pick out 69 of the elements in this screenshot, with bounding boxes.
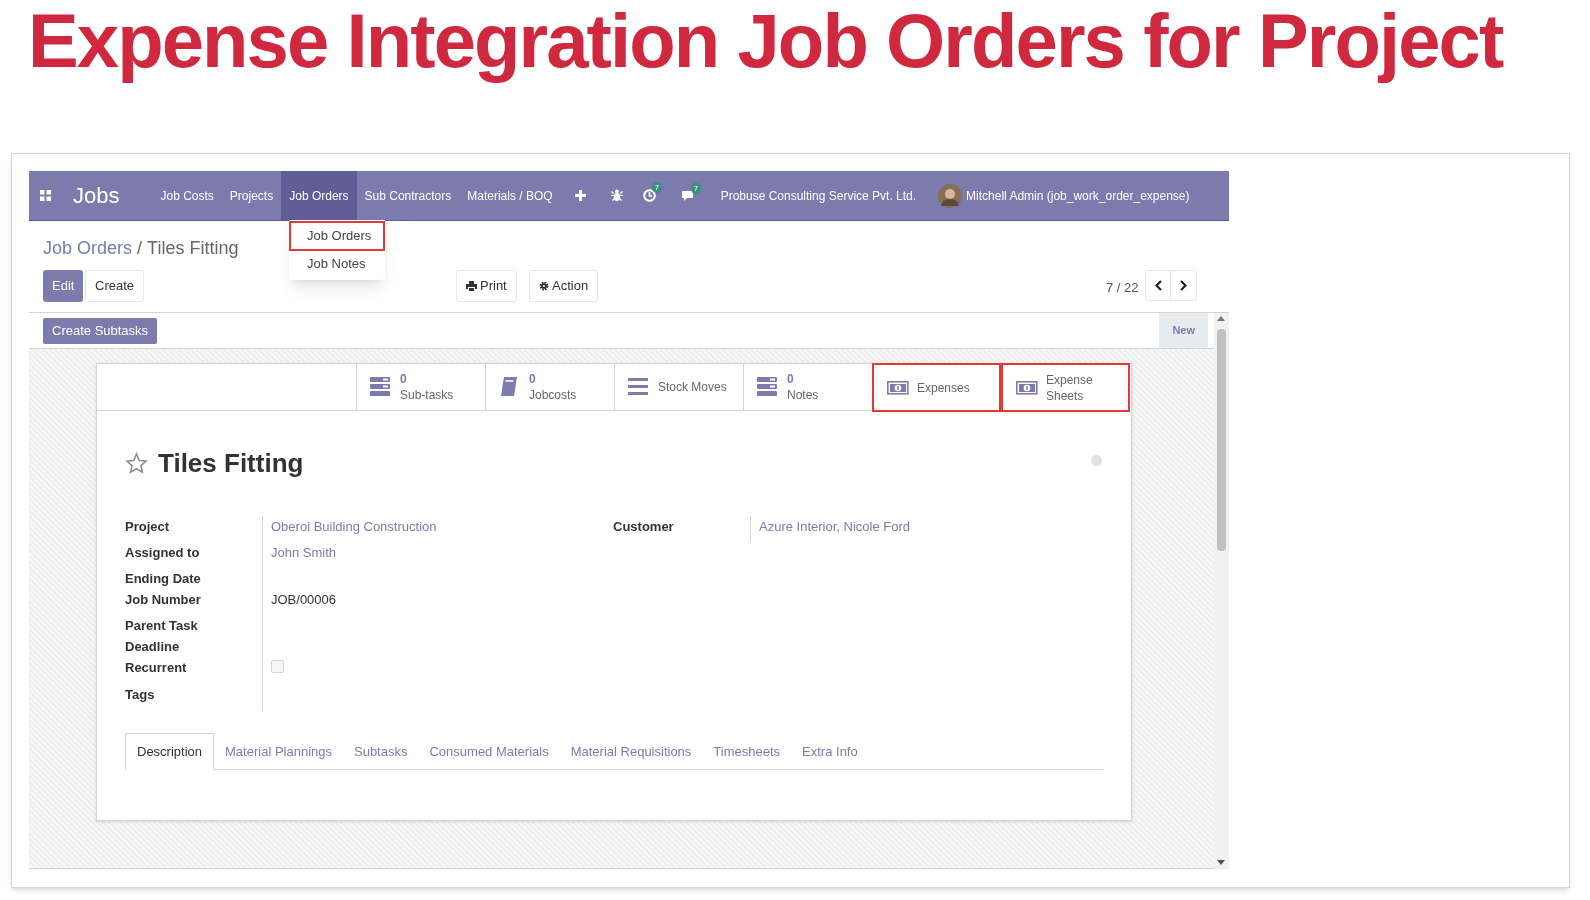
scrollbar[interactable] (1214, 313, 1229, 869)
smart-button[interactable]: Expense Sheets (1001, 363, 1130, 412)
record-title: Tiles Fitting (158, 447, 304, 480)
stack-icon (757, 377, 779, 397)
field-value: JOB/00006 (271, 592, 337, 607)
print-button[interactable]: Print (456, 270, 517, 302)
edit-button[interactable]: Edit (43, 270, 84, 302)
breadcrumb-separator: / (137, 237, 143, 260)
tab[interactable]: Material Plannings (214, 733, 343, 770)
checkbox[interactable] (271, 660, 284, 673)
chat-icon[interactable] (681, 189, 696, 202)
field-label: Customer (613, 518, 675, 536)
field-label: Assigned to (125, 544, 201, 562)
field-link[interactable]: John Smith (271, 545, 337, 560)
message-count-badge: 7 (690, 182, 702, 194)
field-label: Tags (125, 686, 156, 704)
breadcrumb-link[interactable]: Job Orders (43, 235, 133, 262)
pager-value: 7 / 22 (1106, 279, 1139, 297)
scroll-thumb[interactable] (1217, 329, 1226, 551)
scroll-down-icon[interactable] (1217, 860, 1225, 865)
menu-item[interactable]: Sub Contractors (356, 171, 460, 220)
smart-button[interactable]: 0 Sub-tasks (356, 364, 485, 410)
activity-count-badge: 7 (651, 182, 663, 193)
dropdown-item[interactable]: Job Notes (289, 251, 385, 279)
star-icon[interactable] (125, 452, 148, 475)
tab[interactable]: Extra Info (791, 733, 869, 770)
field-link[interactable]: Oberoi Building Construction (271, 519, 437, 534)
tab[interactable]: Description (125, 733, 215, 770)
create-button[interactable]: Create (85, 270, 145, 302)
field-link[interactable]: Azure Interior, Nicole Ford (759, 519, 910, 534)
clock-icon[interactable] (642, 189, 656, 202)
apps-icon[interactable] (40, 190, 51, 201)
smart-button[interactable]: 0 Notes (743, 364, 872, 410)
chevron-left-icon (1154, 280, 1162, 291)
app-name: Jobs (73, 182, 120, 210)
tab[interactable]: Subtasks (343, 733, 419, 770)
user-name[interactable]: Mitchell Admin (job_work_order_expense) (966, 186, 1190, 205)
menu-item[interactable]: Projects (221, 171, 282, 220)
tab[interactable]: Consumed Materials (418, 733, 560, 770)
field-label: Project (125, 518, 171, 536)
list-icon (628, 377, 650, 397)
printer-icon (466, 281, 477, 291)
create-subtasks-button[interactable]: Create Subtasks (43, 317, 158, 344)
breadcrumb-current: Tiles Fitting (147, 237, 239, 260)
field-label: Recurrent (125, 659, 188, 677)
dropdown-item[interactable]: Job Orders (289, 221, 385, 251)
field-label: Job Number (125, 591, 202, 609)
tab[interactable]: Timesheets (702, 733, 792, 770)
field-label: Deadline (125, 638, 181, 656)
headline: Expense Integration Job Orders for Project (28, 0, 1503, 84)
bug-icon[interactable] (610, 189, 623, 202)
field-label: Parent Task (125, 617, 199, 635)
menu-item[interactable]: Job Costs (152, 171, 222, 220)
menu-item[interactable]: Materials / BOQ (459, 171, 561, 220)
scroll-up-icon[interactable] (1217, 316, 1225, 321)
gear-icon (539, 281, 549, 291)
smart-button[interactable]: 0 Jobcosts (485, 364, 614, 410)
status-stage[interactable]: New (1159, 313, 1208, 348)
action-button[interactable]: Action (529, 270, 599, 302)
stack-icon (370, 377, 392, 397)
smart-button[interactable]: Expenses (872, 363, 1001, 412)
avatar[interactable] (938, 183, 963, 208)
company-name[interactable]: Probuse Consulting Service Pvt. Ltd. (720, 186, 917, 205)
chevron-right-icon (1180, 280, 1187, 291)
field-label: Ending Date (125, 570, 202, 588)
tab[interactable]: Material Requisitions (559, 733, 703, 770)
smart-button[interactable]: Stock Moves (614, 364, 743, 410)
menu-item[interactable]: Job Orders (281, 171, 357, 220)
plus-icon[interactable] (574, 190, 586, 201)
